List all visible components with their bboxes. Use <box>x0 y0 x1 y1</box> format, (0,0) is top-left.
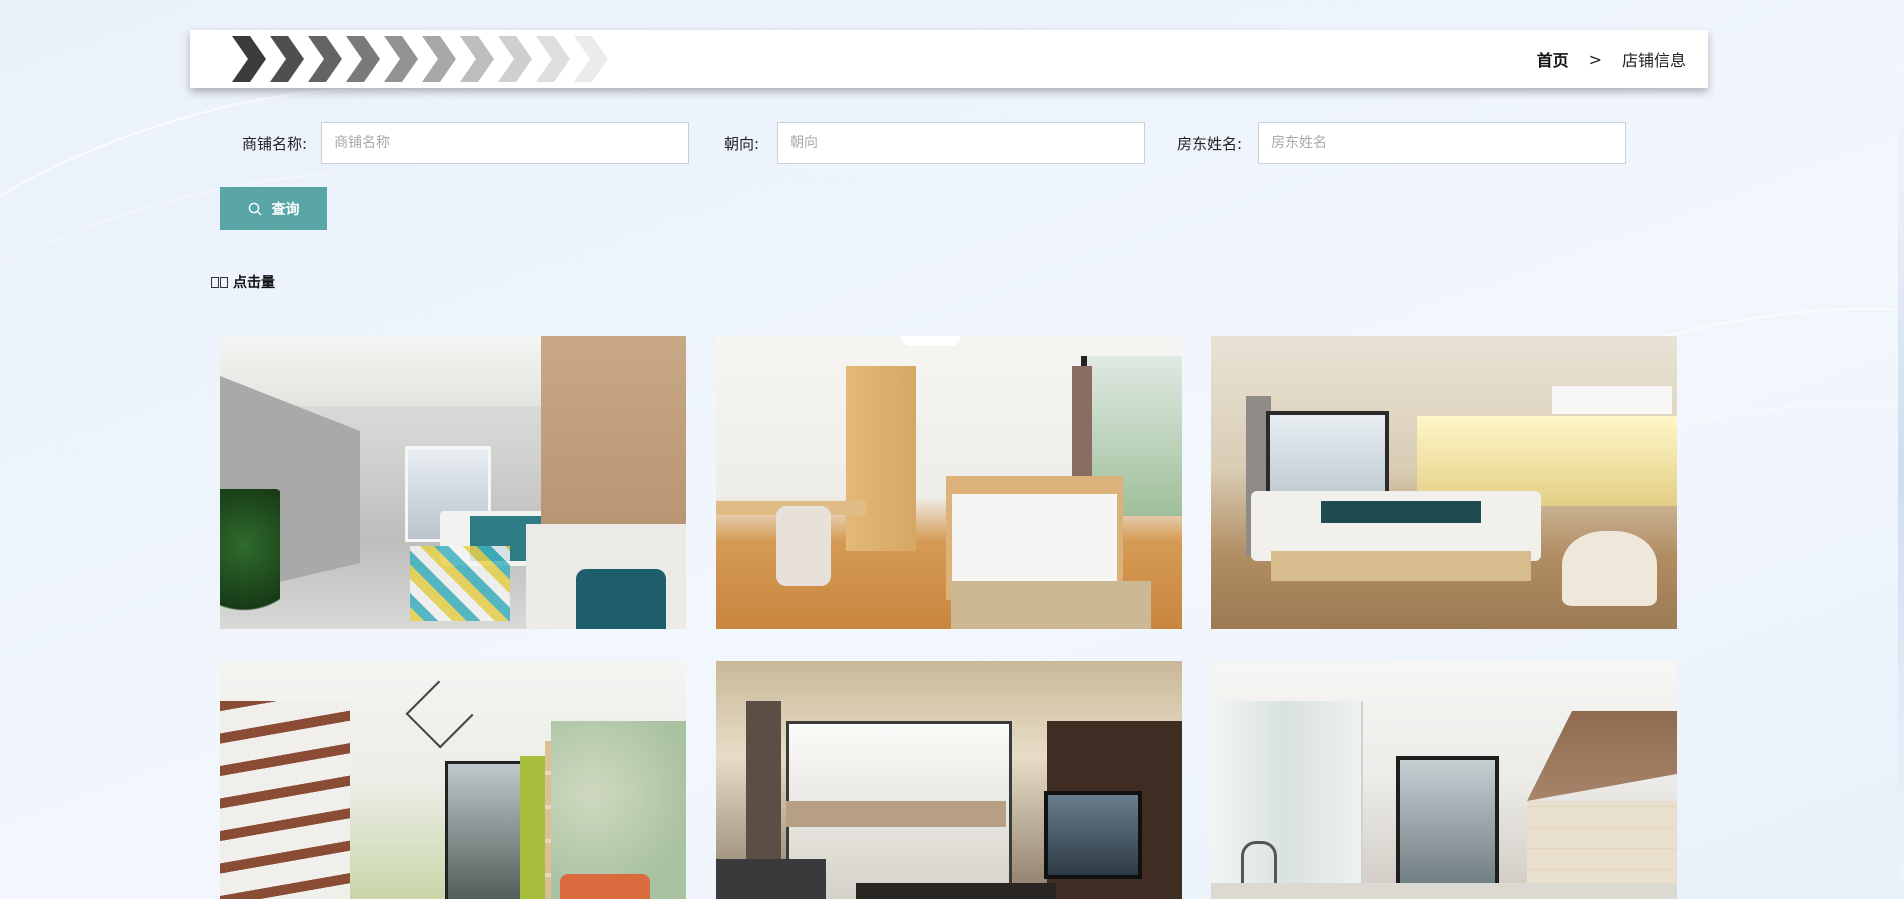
landlord-name-label: 房东姓名: <box>1177 134 1243 153</box>
breadcrumb: 首页 > 店铺信息 <box>1537 30 1686 88</box>
background-edge <box>1898 60 1904 880</box>
room-photo-1 <box>220 336 686 629</box>
room-photo-6 <box>1211 661 1677 899</box>
landlord-name-input[interactable] <box>1258 122 1627 164</box>
shop-card-4[interactable] <box>220 661 686 899</box>
room-photo-4 <box>220 661 686 899</box>
breadcrumb-home-link[interactable]: 首页 <box>1537 47 1569 71</box>
form-group-landlord-name: 房东姓名: <box>1177 121 1627 165</box>
sort-by-clicks[interactable]: 点击量 <box>211 272 275 292</box>
missing-glyph-icon <box>220 276 228 288</box>
form-group-shop-name: 商铺名称: <box>242 121 690 165</box>
shop-card-5[interactable] <box>716 661 1182 899</box>
orientation-label: 朝向: <box>724 134 760 153</box>
breadcrumb-separator: > <box>1588 49 1602 69</box>
shop-card-2[interactable] <box>716 336 1182 629</box>
search-icon <box>248 202 261 215</box>
sort-by-clicks-label: 点击量 <box>233 275 275 291</box>
chevron-decoration-icon <box>232 36 608 82</box>
room-photo-5 <box>716 661 1182 899</box>
missing-glyph-icon <box>211 276 219 288</box>
shop-name-label: 商铺名称: <box>242 134 308 153</box>
header-bar: 首页 > 店铺信息 <box>190 30 1708 88</box>
shop-card-1[interactable] <box>220 336 686 629</box>
breadcrumb-current: 店铺信息 <box>1621 51 1686 70</box>
search-button-label: 查询 <box>271 201 300 218</box>
shop-card-6[interactable] <box>1211 661 1677 899</box>
search-button[interactable]: 查询 <box>220 187 327 230</box>
shop-name-input[interactable] <box>321 122 690 164</box>
room-photo-3 <box>1211 336 1677 629</box>
shop-card-3[interactable] <box>1211 336 1677 629</box>
form-group-orientation: 朝向: <box>724 121 1146 165</box>
orientation-input[interactable] <box>777 122 1146 164</box>
room-photo-2 <box>716 336 1182 629</box>
